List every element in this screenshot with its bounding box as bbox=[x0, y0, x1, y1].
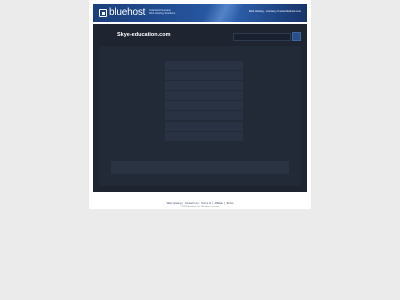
copyright-text: ©2023 Bluehost, Inc. All rights reserved… bbox=[180, 206, 220, 208]
search-button[interactable] bbox=[292, 32, 301, 41]
related-links-list bbox=[165, 61, 243, 142]
footer-link-terms[interactable]: Terms bbox=[226, 202, 233, 205]
bluehost-logo-text: bluehost bbox=[109, 7, 146, 18]
footer-link-contact[interactable]: Contact Us bbox=[185, 202, 198, 205]
related-link[interactable] bbox=[165, 71, 243, 81]
related-searches-bar[interactable] bbox=[111, 161, 289, 174]
site-header: Skye-education.com bbox=[93, 24, 307, 46]
banner-tagline: Unlimited Domains Web Hosting Solutions bbox=[149, 9, 175, 15]
content-panel bbox=[99, 46, 301, 186]
footer-link-affiliate[interactable]: Affiliate bbox=[214, 202, 222, 205]
bluehost-banner[interactable]: bluehost Unlimited Domains Web Hosting S… bbox=[93, 4, 307, 22]
courtesy-link[interactable]: Web Hosting - courtesy of www.bluehost.c… bbox=[249, 10, 301, 13]
site-title: Skye-education.com bbox=[117, 32, 171, 38]
search-input[interactable] bbox=[233, 33, 291, 41]
parked-domain-main: Skye-education.com bbox=[93, 24, 307, 192]
footer-link-web-hosting[interactable]: Web Hosting bbox=[167, 202, 182, 205]
related-link[interactable] bbox=[165, 91, 243, 101]
tagline-line-2: Web Hosting Solutions bbox=[149, 12, 176, 15]
related-link[interactable] bbox=[165, 121, 243, 131]
bluehost-logo-icon bbox=[99, 9, 107, 17]
related-link[interactable] bbox=[165, 131, 243, 141]
related-link[interactable] bbox=[165, 111, 243, 121]
footer-link-terms-of[interactable]: Terms of bbox=[201, 202, 211, 205]
related-link[interactable] bbox=[165, 101, 243, 111]
page-container: bluehost Unlimited Domains Web Hosting S… bbox=[89, 0, 311, 209]
banner-light-streak bbox=[188, 4, 258, 22]
related-link[interactable] bbox=[165, 61, 243, 70]
related-link[interactable] bbox=[165, 81, 243, 91]
footer-links: Web Hosting| Contact Us| Terms of| Affil… bbox=[166, 202, 234, 205]
